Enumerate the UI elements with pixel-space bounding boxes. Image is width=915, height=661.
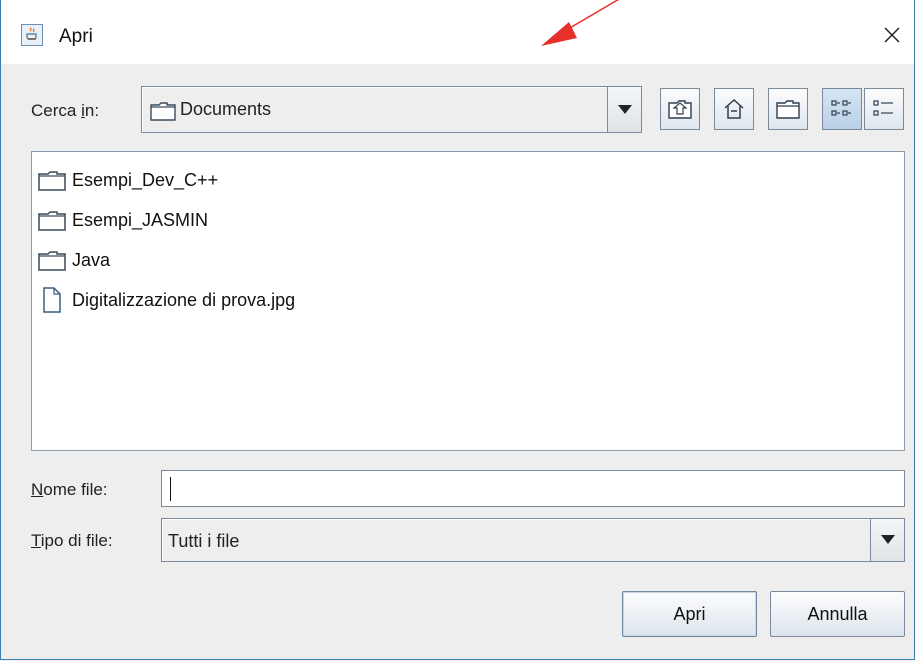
up-folder-icon	[668, 100, 692, 119]
file-name: Digitalizzazione di prova.jpg	[72, 289, 296, 310]
file-type-combo[interactable]: Tutti i file	[161, 518, 905, 562]
cancel-button[interactable]: Annulla	[770, 591, 905, 637]
look-in-value: Documents	[180, 99, 272, 119]
list-item-folder[interactable]: Esempi_JASMIN	[38, 206, 208, 234]
file-name: Esempi_JASMIN	[72, 209, 209, 230]
file-name: Esempi_Dev_C++	[72, 169, 219, 190]
list-view-button[interactable]	[822, 88, 862, 130]
close-button[interactable]	[877, 20, 907, 50]
new-folder-button[interactable]	[768, 88, 808, 130]
text-caret	[170, 477, 171, 501]
details-view-icon	[873, 100, 893, 116]
file-name: Java	[72, 249, 111, 270]
up-one-level-button[interactable]	[660, 88, 700, 130]
chevron-down-icon	[617, 104, 632, 114]
file-open-dialog: Apri Cerca in: Documents Esempi_Dev_C++ …	[0, 0, 915, 660]
folder-icon	[150, 102, 176, 121]
list-item-folder[interactable]: Esempi_Dev_C++	[38, 166, 218, 194]
file-type-value: Tutti i file	[168, 531, 240, 551]
java-app-icon	[21, 24, 43, 46]
home-icon	[724, 98, 744, 119]
look-in-combo[interactable]: Documents	[141, 86, 642, 133]
home-button[interactable]	[714, 88, 754, 130]
folder-icon	[38, 171, 66, 191]
look-in-label: Cerca in:	[31, 101, 100, 120]
file-list[interactable]: Esempi_Dev_C++ Esempi_JASMIN Java Digita…	[31, 151, 905, 451]
open-button[interactable]: Apri	[622, 591, 757, 637]
list-view-icon	[831, 100, 851, 116]
file-type-dropdown-button[interactable]	[870, 519, 904, 561]
look-in-dropdown-button[interactable]	[607, 87, 641, 132]
list-item-folder[interactable]: Java	[38, 246, 110, 274]
new-folder-icon	[776, 100, 800, 119]
close-icon	[884, 27, 900, 43]
window-title: Apri	[59, 26, 93, 47]
annotation-arrow-icon	[541, 0, 619, 46]
file-name-label: Nome file:	[31, 480, 108, 499]
folder-icon	[38, 251, 66, 271]
title-bar: Apri	[1, 0, 914, 64]
folder-icon	[38, 211, 66, 231]
file-icon	[43, 287, 61, 313]
details-view-button[interactable]	[864, 88, 904, 130]
list-item-file[interactable]: Digitalizzazione di prova.jpg	[38, 286, 295, 314]
file-name-input[interactable]	[161, 470, 905, 507]
chevron-down-icon	[880, 535, 895, 544]
file-type-label: Tipo di file:	[31, 531, 113, 550]
